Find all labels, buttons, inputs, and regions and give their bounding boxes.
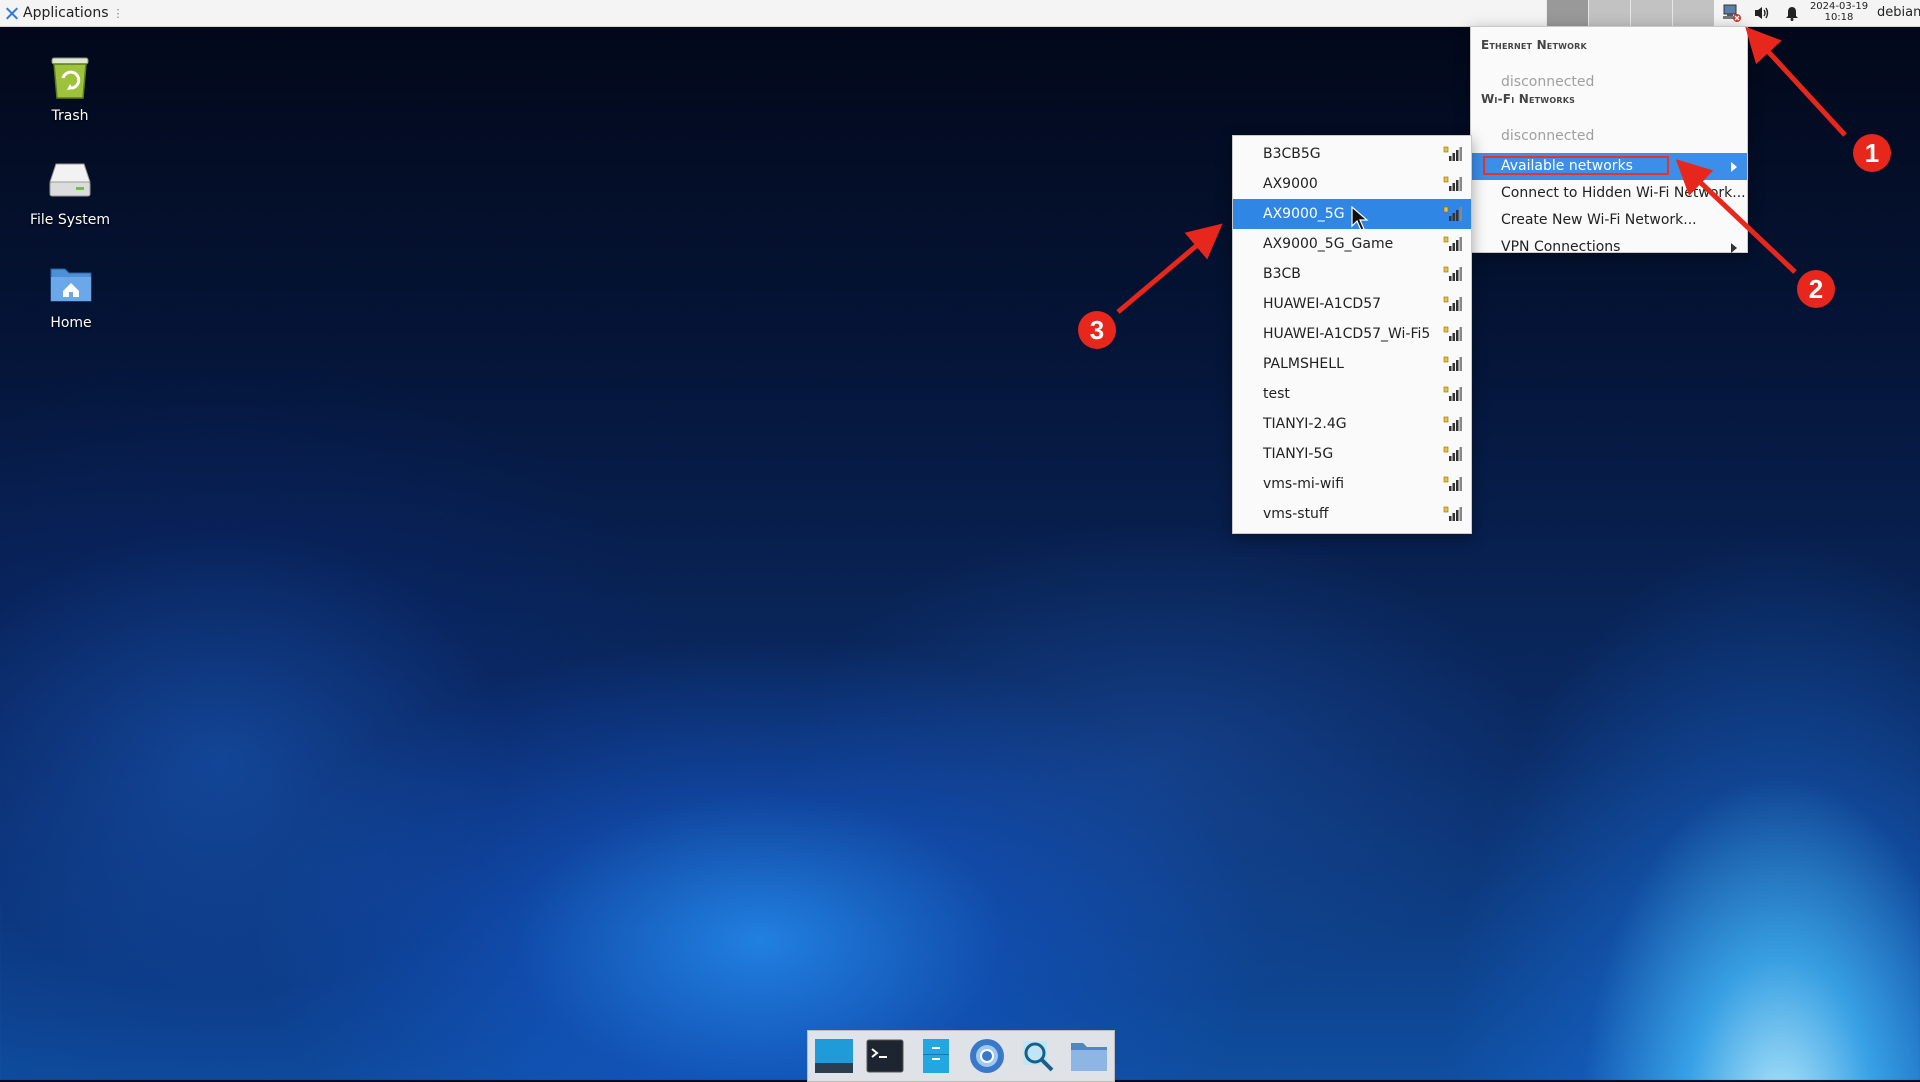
clock-time: 10:18	[1824, 12, 1854, 23]
folder-icon	[1070, 1043, 1107, 1071]
wifi-signal-lock-icon	[1443, 176, 1462, 191]
wifi-networks-header: Wi-Fi Networks	[1481, 92, 1576, 106]
wifi-network-item[interactable]: PALMSHELL	[1233, 349, 1471, 379]
annotation-arrow-1	[1745, 26, 1847, 137]
workspace-3[interactable]	[1630, 0, 1672, 26]
applications-label: Applications	[23, 5, 109, 21]
workspace-1[interactable]	[1546, 0, 1588, 26]
available-networks-item[interactable]: Available networks	[1471, 153, 1747, 180]
user-menu[interactable]: debian	[1877, 5, 1920, 20]
wifi-network-name: HUAWEI-A1CD57	[1263, 296, 1382, 312]
create-new-network-item[interactable]: Create New Wi-Fi Network...	[1471, 207, 1747, 234]
wifi-network-name: HUAWEI-A1CD57_Wi-Fi5	[1263, 326, 1431, 342]
desktop-icon-label: Trash	[51, 108, 89, 124]
network-manager-icon[interactable]	[1722, 3, 1742, 23]
drive-icon	[42, 152, 98, 208]
submenu-arrow-icon	[1731, 162, 1737, 172]
wifi-network-item[interactable]: TIANYI-5G	[1233, 439, 1471, 469]
connect-hidden-network-item[interactable]: Connect to Hidden Wi-Fi Network...	[1471, 180, 1747, 207]
wifi-network-item[interactable]: TIANYI-2.4G	[1233, 409, 1471, 439]
file-cabinet-icon	[922, 1039, 949, 1073]
wifi-network-item[interactable]: test	[1233, 379, 1471, 409]
desktop-icon-label: File System	[29, 212, 111, 228]
dock-folder[interactable]	[1068, 1036, 1110, 1076]
dock-web-browser[interactable]	[966, 1036, 1008, 1076]
panel-separator: ⋮	[112, 6, 124, 20]
wifi-signal-lock-icon	[1443, 386, 1462, 401]
wifi-network-item[interactable]: B3CB5G	[1233, 139, 1471, 169]
wifi-network-name: vms-stuff	[1263, 506, 1329, 522]
workspace-switcher	[1546, 0, 1714, 26]
wifi-network-item[interactable]: AX9000	[1233, 169, 1471, 199]
wifi-signal-lock-icon	[1443, 206, 1462, 221]
annotation-badge-1: 1	[1853, 134, 1891, 172]
wifi-signal-lock-icon	[1443, 266, 1462, 281]
magnifier-icon	[1022, 1041, 1053, 1072]
xfce-logo-icon	[4, 6, 19, 21]
wifi-signal-lock-icon	[1443, 236, 1462, 251]
wifi-network-name: AX9000	[1263, 176, 1318, 192]
desktop-icon-label: Home	[50, 315, 92, 331]
network-menu: Ethernet Network disconnected Wi-Fi Netw…	[1470, 26, 1748, 255]
wifi-network-name: vms-mi-wifi	[1263, 476, 1345, 492]
annotation-badge-2: 2	[1797, 270, 1835, 308]
ethernet-status: disconnected	[1501, 74, 1595, 90]
volume-icon[interactable]	[1752, 3, 1772, 23]
browser-globe-icon	[969, 1039, 1004, 1073]
top-panel: Applications ⋮ 2024-03-19 10:18 debian	[0, 0, 1920, 27]
annotation-badge-3: 3	[1078, 311, 1116, 349]
dock	[807, 1030, 1115, 1082]
wifi-signal-lock-icon	[1443, 326, 1462, 341]
vpn-connections-item[interactable]: VPN Connections	[1471, 234, 1747, 261]
wifi-signal-lock-icon	[1443, 146, 1462, 161]
annotation-arrow-3	[1116, 223, 1223, 314]
clock-date: 2024-03-19	[1809, 1, 1869, 12]
terminal-icon	[866, 1039, 903, 1073]
system-tray	[1722, 0, 1802, 26]
dock-file-manager[interactable]	[915, 1036, 957, 1076]
submenu-arrow-icon	[1731, 243, 1737, 253]
wifi-network-name: B3CB	[1263, 266, 1301, 282]
wifi-network-name: test	[1263, 386, 1290, 402]
wifi-network-name: TIANYI-2.4G	[1263, 416, 1347, 432]
wifi-network-item[interactable]: HUAWEI-A1CD57_Wi-Fi5	[1233, 319, 1471, 349]
workspace-4[interactable]	[1672, 0, 1714, 26]
clock[interactable]: 2024-03-19 10:18	[1804, 1, 1874, 23]
show-desktop-icon	[814, 1039, 853, 1073]
dock-terminal[interactable]	[864, 1036, 906, 1076]
desktop-icon-file-system[interactable]: File System	[10, 152, 130, 228]
mouse-cursor-icon	[1351, 206, 1369, 231]
wifi-network-item[interactable]: AX9000_5G_Game	[1233, 229, 1471, 259]
wifi-network-item[interactable]: HUAWEI-A1CD57	[1233, 289, 1471, 319]
desktop-icon-home[interactable]: Home	[11, 255, 131, 331]
wifi-network-name: AX9000_5G_Game	[1263, 236, 1394, 252]
annotation-highlight-box	[1483, 156, 1669, 175]
wifi-signal-lock-icon	[1443, 446, 1462, 461]
wifi-network-name: B3CB5G	[1263, 146, 1321, 162]
wifi-network-name: AX9000_5G	[1263, 206, 1345, 222]
wifi-signal-lock-icon	[1443, 296, 1462, 311]
desktop-icon-trash[interactable]: Trash	[10, 48, 130, 124]
dock-show-desktop[interactable]	[813, 1036, 855, 1076]
vpn-connections-label: VPN Connections	[1501, 239, 1621, 255]
ethernet-network-header: Ethernet Network	[1481, 38, 1587, 52]
wifi-status: disconnected	[1501, 128, 1595, 144]
home-folder-icon	[43, 255, 99, 311]
notification-bell-icon[interactable]	[1782, 3, 1802, 23]
applications-menu-button[interactable]: Applications ⋮	[0, 0, 132, 26]
trash-icon	[42, 48, 98, 104]
wifi-network-item[interactable]: vms-stuff	[1233, 499, 1471, 529]
wifi-network-name: PALMSHELL	[1263, 356, 1344, 372]
workspace-2[interactable]	[1588, 0, 1630, 26]
wifi-network-item[interactable]: B3CB	[1233, 259, 1471, 289]
available-networks-submenu: B3CB5G AX9000 AX9000_5G AX9000_5G_Game B3CB H…	[1232, 135, 1472, 534]
dock-app-finder[interactable]	[1017, 1036, 1059, 1076]
wifi-signal-lock-icon	[1443, 506, 1462, 521]
wifi-signal-lock-icon	[1443, 416, 1462, 431]
wifi-network-name: TIANYI-5G	[1263, 446, 1334, 462]
wifi-signal-lock-icon	[1443, 476, 1462, 491]
wifi-signal-lock-icon	[1443, 356, 1462, 371]
wifi-network-item[interactable]: vms-mi-wifi	[1233, 469, 1471, 499]
